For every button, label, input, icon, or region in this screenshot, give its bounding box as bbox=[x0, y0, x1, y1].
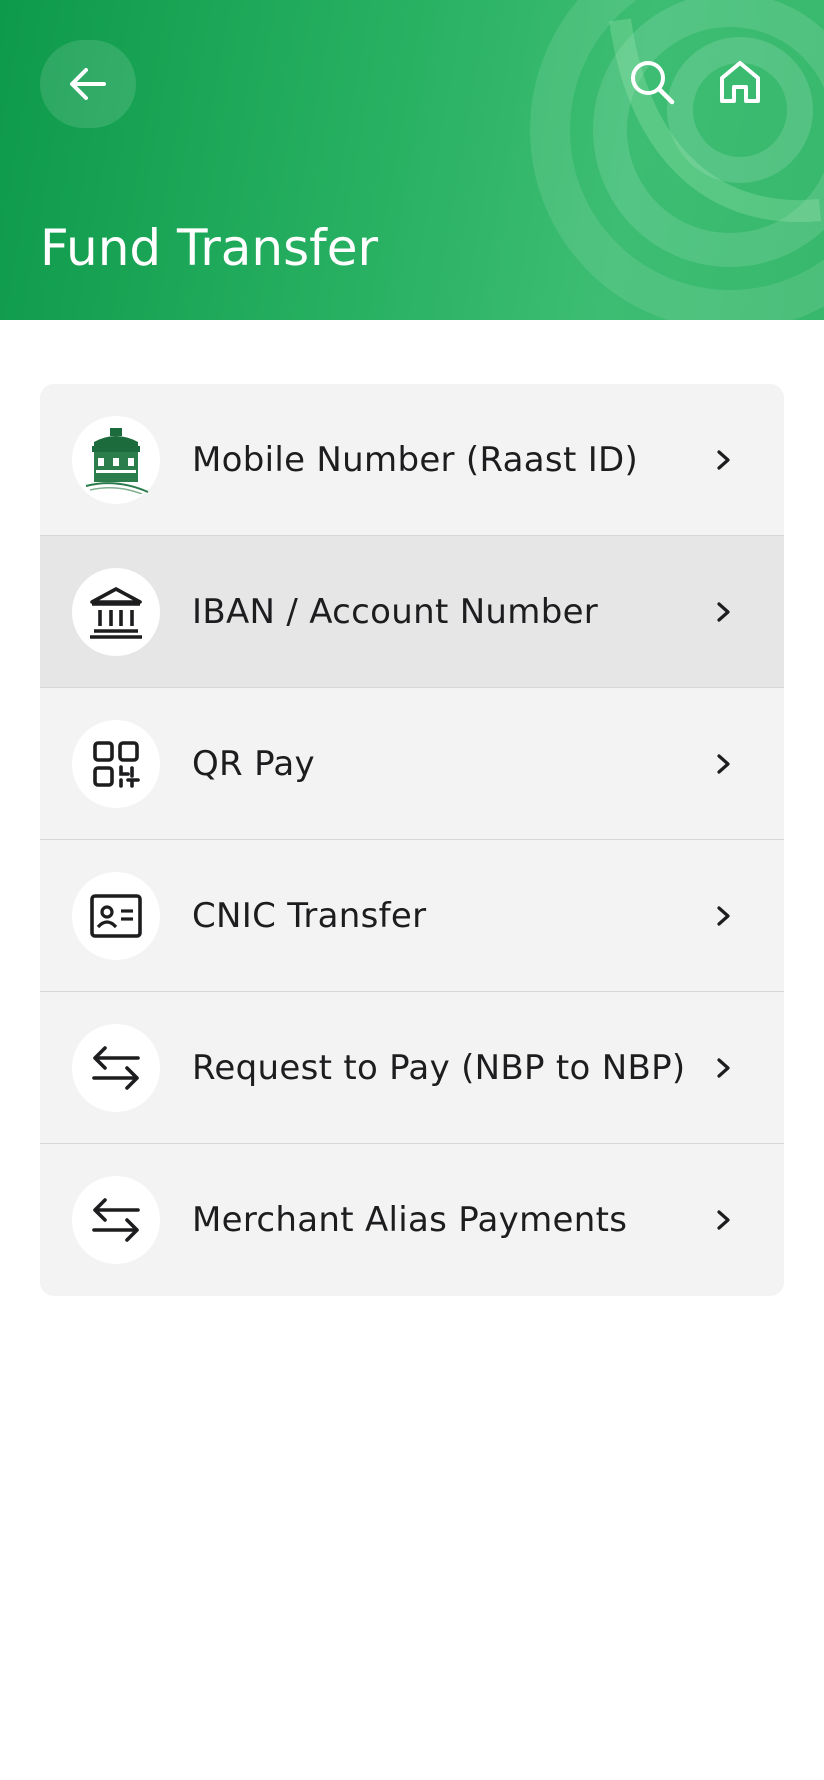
option-iban-account-number[interactable]: IBAN / Account Number bbox=[40, 536, 784, 688]
option-cnic-transfer[interactable]: CNIC Transfer bbox=[40, 840, 784, 992]
option-label: QR Pay bbox=[192, 743, 315, 784]
bank-logo-icon bbox=[85, 427, 149, 494]
decorative-logo-graphic bbox=[530, 0, 824, 320]
chevron-right-icon bbox=[717, 905, 730, 926]
chevron-right-icon bbox=[717, 601, 730, 622]
option-merchant-alias-payments[interactable]: Merchant Alias Payments bbox=[40, 1144, 784, 1295]
option-label: Request to Pay (NBP to NBP) bbox=[192, 1047, 686, 1088]
page-title: Fund Transfer bbox=[40, 219, 379, 277]
option-icon-container bbox=[72, 1175, 160, 1264]
arrow-left-icon bbox=[70, 68, 106, 100]
option-label: IBAN / Account Number bbox=[192, 591, 599, 632]
transfer-arrows-icon bbox=[92, 1045, 140, 1090]
home-icon[interactable] bbox=[716, 58, 764, 106]
option-icon-container bbox=[72, 1023, 160, 1112]
option-label: Merchant Alias Payments bbox=[192, 1199, 628, 1240]
option-icon-container bbox=[72, 415, 160, 504]
transfer-arrows-icon bbox=[92, 1197, 140, 1242]
chevron-right-icon bbox=[717, 753, 730, 774]
search-icon[interactable] bbox=[628, 58, 676, 106]
chevron-right-icon bbox=[717, 1209, 730, 1230]
back-button[interactable] bbox=[40, 40, 136, 128]
option-mobile-number[interactable]: Mobile Number (Raast ID) bbox=[40, 384, 784, 536]
chevron-right-icon bbox=[717, 449, 730, 470]
option-icon-container bbox=[72, 871, 160, 960]
option-qr-pay[interactable]: QR Pay bbox=[40, 688, 784, 840]
fund-transfer-options: Mobile Number (Raast ID) IBAN / Account … bbox=[40, 384, 784, 1296]
qr-code-icon bbox=[93, 740, 140, 788]
option-icon-container bbox=[72, 719, 160, 808]
option-label: CNIC Transfer bbox=[192, 895, 427, 936]
id-card-icon bbox=[90, 893, 142, 938]
chevron-right-icon bbox=[717, 1057, 730, 1078]
option-icon-container bbox=[72, 567, 160, 656]
header: Fund Transfer bbox=[0, 0, 824, 320]
bank-building-icon bbox=[90, 586, 142, 639]
option-label: Mobile Number (Raast ID) bbox=[192, 439, 639, 480]
option-request-to-pay[interactable]: Request to Pay (NBP to NBP) bbox=[40, 992, 784, 1144]
